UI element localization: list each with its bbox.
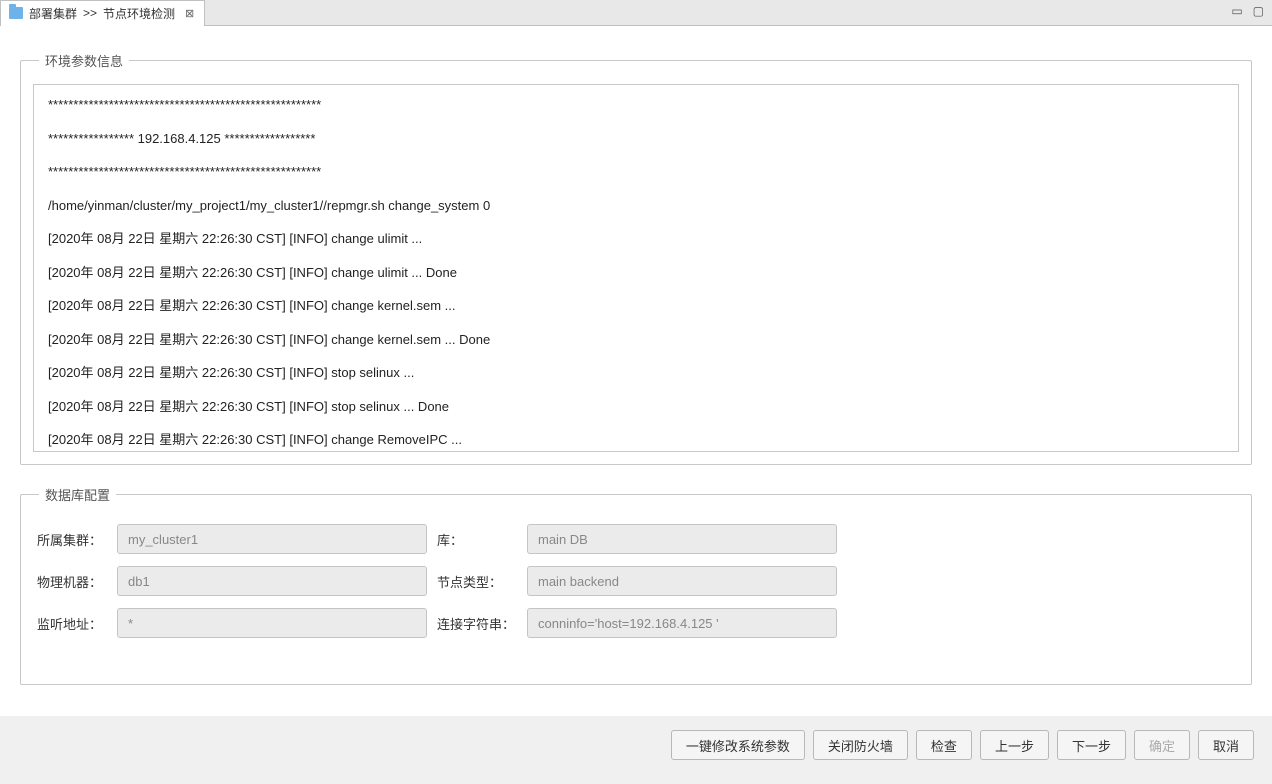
maximize-icon[interactable]: ▢ — [1253, 4, 1264, 18]
conn-value: conninfo='host=192.168.4.125 ' — [538, 616, 719, 631]
db-config-form: 所属集群： my_cluster1 库： main DB 物理机器： db1 节… — [33, 518, 1239, 642]
log-line: [2020年 08月 22日 星期六 22:26:30 CST] [INFO] … — [48, 330, 1224, 350]
log-line: ****************************************… — [48, 95, 1224, 115]
tab-bar: 部署集群 >> 节点环境检测 ⊠ ▭ ▢ — [0, 0, 1272, 26]
folder-icon — [9, 7, 23, 19]
log-line: [2020年 08月 22日 星期六 22:26:30 CST] [INFO] … — [48, 430, 1224, 450]
db-label: 库： — [437, 530, 517, 549]
wizard-buttons: 一键修改系统参数 关闭防火墙 检查 上一步 下一步 确定 取消 — [0, 716, 1272, 760]
modify-params-button[interactable]: 一键修改系统参数 — [671, 730, 805, 760]
tab-title: 节点环境检测 — [103, 5, 175, 22]
listen-field: * — [117, 608, 427, 638]
close-firewall-button[interactable]: 关闭防火墙 — [813, 730, 908, 760]
cluster-label: 所属集群： — [37, 530, 107, 549]
window-controls: ▭ ▢ — [1231, 4, 1264, 18]
cluster-value: my_cluster1 — [128, 532, 198, 547]
active-tab[interactable]: 部署集群 >> 节点环境检测 ⊠ — [0, 0, 205, 26]
close-tab-icon[interactable]: ⊠ — [185, 7, 194, 20]
log-line: ****************************************… — [48, 162, 1224, 182]
env-params-group: 环境参数信息 *********************************… — [20, 51, 1252, 465]
conn-field: conninfo='host=192.168.4.125 ' — [527, 608, 837, 638]
cluster-field: my_cluster1 — [117, 524, 427, 554]
breadcrumb-sep: >> — [83, 6, 97, 20]
host-field: db1 — [117, 566, 427, 596]
breadcrumb-parent: 部署集群 — [29, 5, 77, 22]
db-config-group: 数据库配置 所属集群： my_cluster1 库： main DB 物理机器：… — [20, 485, 1252, 685]
db-field: main DB — [527, 524, 837, 554]
check-button[interactable]: 检查 — [916, 730, 972, 760]
log-output[interactable]: ****************************************… — [33, 84, 1239, 452]
db-value: main DB — [538, 532, 588, 547]
listen-label: 监听地址： — [37, 614, 107, 633]
ok-button: 确定 — [1134, 730, 1190, 760]
listen-value: * — [128, 616, 133, 631]
nodetype-field: main backend — [527, 566, 837, 596]
minimize-icon[interactable]: ▭ — [1231, 4, 1242, 18]
log-line: ***************** 192.168.4.125 ********… — [48, 129, 1224, 149]
log-line: [2020年 08月 22日 星期六 22:26:30 CST] [INFO] … — [48, 296, 1224, 316]
prev-button[interactable]: 上一步 — [980, 730, 1049, 760]
log-line: /home/yinman/cluster/my_project1/my_clus… — [48, 196, 1224, 216]
conn-label: 连接字符串： — [437, 614, 517, 633]
log-line: [2020年 08月 22日 星期六 22:26:30 CST] [INFO] … — [48, 397, 1224, 417]
db-config-legend: 数据库配置 — [39, 485, 116, 504]
nodetype-value: main backend — [538, 574, 619, 589]
log-line: [2020年 08月 22日 星期六 22:26:30 CST] [INFO] … — [48, 363, 1224, 383]
host-label: 物理机器： — [37, 572, 107, 591]
env-params-legend: 环境参数信息 — [39, 51, 129, 70]
host-value: db1 — [128, 574, 150, 589]
main-content: 环境参数信息 *********************************… — [0, 26, 1272, 716]
next-button[interactable]: 下一步 — [1057, 730, 1126, 760]
cancel-button[interactable]: 取消 — [1198, 730, 1254, 760]
log-line: [2020年 08月 22日 星期六 22:26:30 CST] [INFO] … — [48, 229, 1224, 249]
log-line: [2020年 08月 22日 星期六 22:26:30 CST] [INFO] … — [48, 263, 1224, 283]
nodetype-label: 节点类型： — [437, 572, 517, 591]
